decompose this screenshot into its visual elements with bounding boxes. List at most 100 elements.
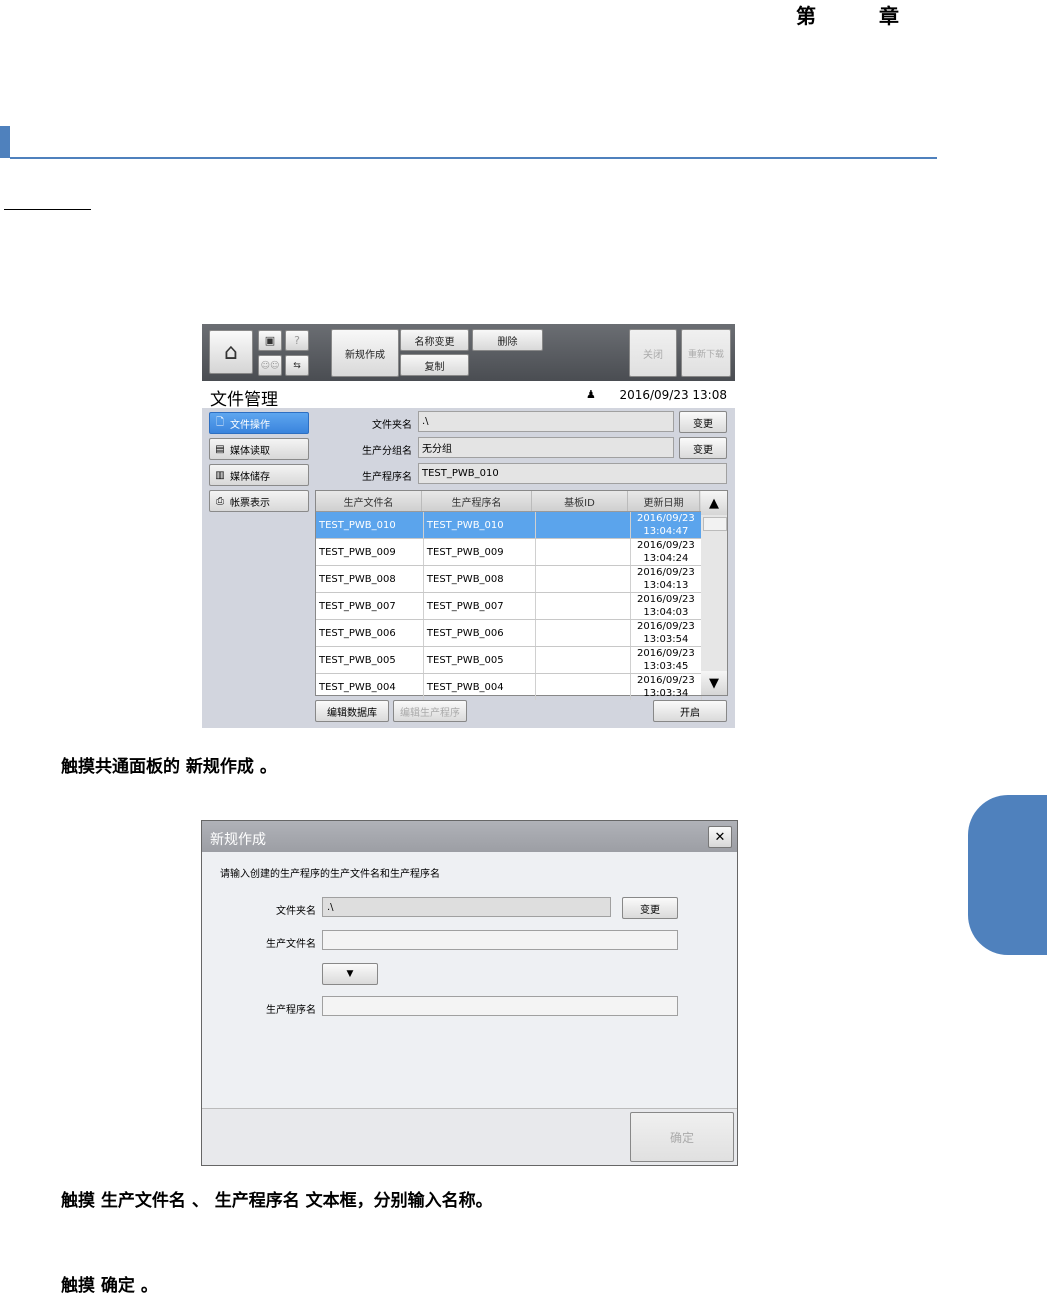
time-text: 13:04:24 xyxy=(643,553,689,564)
table-row[interactable]: TEST_PWB_006 TEST_PWB_006 2016/09/23 13:0… xyxy=(316,620,702,647)
cell-program: TEST_PWB_007 xyxy=(424,593,536,619)
datetime: 2016/09/23 13:08 xyxy=(619,388,727,402)
date-text: 2016/09/23 xyxy=(637,648,695,659)
cell-board-id xyxy=(536,539,631,565)
delete-button[interactable]: 删除 xyxy=(472,329,543,351)
group-change-button[interactable]: 变更 xyxy=(679,437,727,459)
home-button[interactable]: ⌂ xyxy=(209,330,253,374)
sidebar-item-label: 媒体储存 xyxy=(230,471,270,483)
section-rule xyxy=(10,157,937,159)
edit-database-button[interactable]: 编辑数据库 xyxy=(315,700,389,722)
table-row[interactable]: TEST_PWB_010 TEST_PWB_010 2016/09/23 13:0… xyxy=(316,512,702,539)
dialog-body: 请输入创建的生产程序的生产文件名和生产程序名 文件夹名 .\ 变更 生产文件名 … xyxy=(202,852,737,1108)
cell-date: 2016/09/23 13:04:03 xyxy=(631,593,702,619)
scroll-down-button[interactable]: ▼ xyxy=(701,671,727,695)
table-row[interactable]: TEST_PWB_008 TEST_PWB_008 2016/09/23 13:0… xyxy=(316,566,702,593)
table-scrollbar[interactable]: ▲ ▼ xyxy=(701,490,728,696)
folder-change-button[interactable]: 变更 xyxy=(679,411,727,433)
file-name-dropdown-button[interactable]: ▼ xyxy=(322,963,378,985)
cell-date: 2016/09/23 13:03:54 xyxy=(631,620,702,646)
cell-date: 2016/09/23 13:03:45 xyxy=(631,647,702,673)
sidebar-item-media-save[interactable]: ▥ 媒体储存 xyxy=(209,464,309,486)
file-management-screenshot: ⌂ ▣ ? ☺☺ ⇆ 新规作成 名称变更 删除 复制 关闭 重新下载 文件管理 … xyxy=(202,324,735,728)
table-row[interactable]: TEST_PWB_007 TEST_PWB_007 2016/09/23 13:0… xyxy=(316,593,702,620)
file-name-input[interactable] xyxy=(322,930,678,950)
folder-field[interactable]: .\ xyxy=(322,897,611,917)
cell-board-id xyxy=(536,647,631,673)
time-text: 13:03:34 xyxy=(643,688,689,699)
date-text: 2016/09/23 xyxy=(637,594,695,605)
column-header[interactable]: 更新日期 xyxy=(628,491,700,511)
folder-change-button[interactable]: 变更 xyxy=(622,897,678,919)
program-field[interactable]: TEST_PWB_010 xyxy=(418,463,727,484)
table-row[interactable]: TEST_PWB_009 TEST_PWB_009 2016/09/23 13:0… xyxy=(316,539,702,566)
sidebar-item-label: 媒体读取 xyxy=(230,445,270,457)
cell-date: 2016/09/23 13:03:34 xyxy=(631,674,702,700)
copy-label: 复制 xyxy=(424,361,445,373)
close-button[interactable]: 关闭 xyxy=(629,329,677,377)
copy-button[interactable]: 复制 xyxy=(400,354,469,376)
dialog-title: 新规作成 xyxy=(210,832,266,848)
sidebar-item-report[interactable]: ⎙ 帐票表示 xyxy=(209,490,309,512)
dialog-title-bar: 新规作成 ✕ xyxy=(202,821,737,852)
arrow-down-icon: ▼ xyxy=(709,675,719,691)
rename-button[interactable]: 名称变更 xyxy=(400,329,469,351)
rename-label: 名称变更 xyxy=(414,336,455,348)
time-text: 13:03:45 xyxy=(643,661,689,672)
confirm-button[interactable]: 确定 xyxy=(630,1112,734,1162)
cell-date: 2016/09/23 13:04:24 xyxy=(631,539,702,565)
sidebar-item-file-operation[interactable]: 🗋 文件操作 xyxy=(209,412,309,434)
new-create-label: 新规作成 xyxy=(345,349,385,361)
screen-title: 文件管理 xyxy=(210,390,278,410)
screen-title-bar: 文件管理 ♟ 2016/09/23 13:08 xyxy=(202,381,735,410)
group-label: 生产分组名 xyxy=(362,446,412,457)
dialog-footer: 确定 xyxy=(202,1108,737,1165)
new-create-dialog: 新规作成 ✕ 请输入创建的生产程序的生产文件名和生产程序名 文件夹名 .\ 变更… xyxy=(201,820,738,1166)
user-switch-button[interactable]: ☺☺ xyxy=(258,355,282,376)
sidebar-item-media-read[interactable]: ▤ 媒体读取 xyxy=(209,438,309,460)
edit-program-button[interactable]: 编辑生产程序 xyxy=(393,700,467,722)
cell-program: TEST_PWB_009 xyxy=(424,539,536,565)
folder-label: 文件夹名 xyxy=(372,420,412,431)
keyboard-button[interactable]: ▣ xyxy=(258,330,282,351)
column-header[interactable]: 基板ID xyxy=(532,491,628,511)
users-icon: ☺☺ xyxy=(260,360,280,371)
scroll-up-button[interactable]: ▲ xyxy=(701,491,727,515)
file-name-label: 生产文件名 xyxy=(266,939,316,950)
scroll-thumb[interactable] xyxy=(703,517,727,531)
group-field[interactable]: 无分组 xyxy=(418,437,674,458)
arrow-up-icon: ▲ xyxy=(709,495,719,511)
cell-date: 2016/09/23 13:04:47 xyxy=(631,512,702,538)
media-read-icon: ▤ xyxy=(215,443,225,455)
dialog-prompt: 请输入创建的生产程序的生产文件名和生产程序名 xyxy=(220,869,440,880)
common-toolbar: ⌂ ▣ ? ☺☺ ⇆ 新规作成 名称变更 删除 复制 关闭 重新下载 xyxy=(202,324,735,381)
help-button[interactable]: ? xyxy=(285,330,309,351)
dialog-close-button[interactable]: ✕ xyxy=(708,826,732,848)
table-header: 生产文件名 生产程序名 基板ID 更新日期 xyxy=(316,491,702,512)
column-header[interactable]: 生产程序名 xyxy=(422,491,532,511)
cell-program: TEST_PWB_006 xyxy=(424,620,536,646)
open-button[interactable]: 开启 xyxy=(653,700,727,722)
table-row[interactable]: TEST_PWB_005 TEST_PWB_005 2016/09/23 13:0… xyxy=(316,647,702,674)
user-icon: ♟ xyxy=(586,388,596,401)
file-table: 生产文件名 生产程序名 基板ID 更新日期 TEST_PWB_010 TEST_… xyxy=(315,490,703,700)
cell-board-id xyxy=(536,512,631,538)
new-create-button[interactable]: 新规作成 xyxy=(331,329,399,377)
time-text: 13:04:13 xyxy=(643,580,689,591)
keyboard-icon: ▣ xyxy=(264,334,276,347)
printer-icon: ⎙ xyxy=(216,495,224,507)
program-name-input[interactable] xyxy=(322,996,678,1016)
cell-file: TEST_PWB_008 xyxy=(316,566,424,592)
table-row[interactable]: TEST_PWB_004 TEST_PWB_004 2016/09/23 13:0… xyxy=(316,674,702,700)
instruction-step-3: 触摸 确定 。 xyxy=(61,1276,158,1296)
column-header[interactable]: 生产文件名 xyxy=(316,491,422,511)
date-text: 2016/09/23 xyxy=(637,567,695,578)
folder-field[interactable]: .\ xyxy=(418,411,674,432)
redownload-button[interactable]: 重新下载 xyxy=(681,329,731,377)
delete-label: 删除 xyxy=(497,336,518,348)
folder-label: 文件夹名 xyxy=(276,906,316,917)
cell-program: TEST_PWB_008 xyxy=(424,566,536,592)
network-button[interactable]: ⇆ xyxy=(285,355,309,376)
close-icon: ✕ xyxy=(714,829,726,845)
time-text: 13:04:47 xyxy=(643,526,689,537)
